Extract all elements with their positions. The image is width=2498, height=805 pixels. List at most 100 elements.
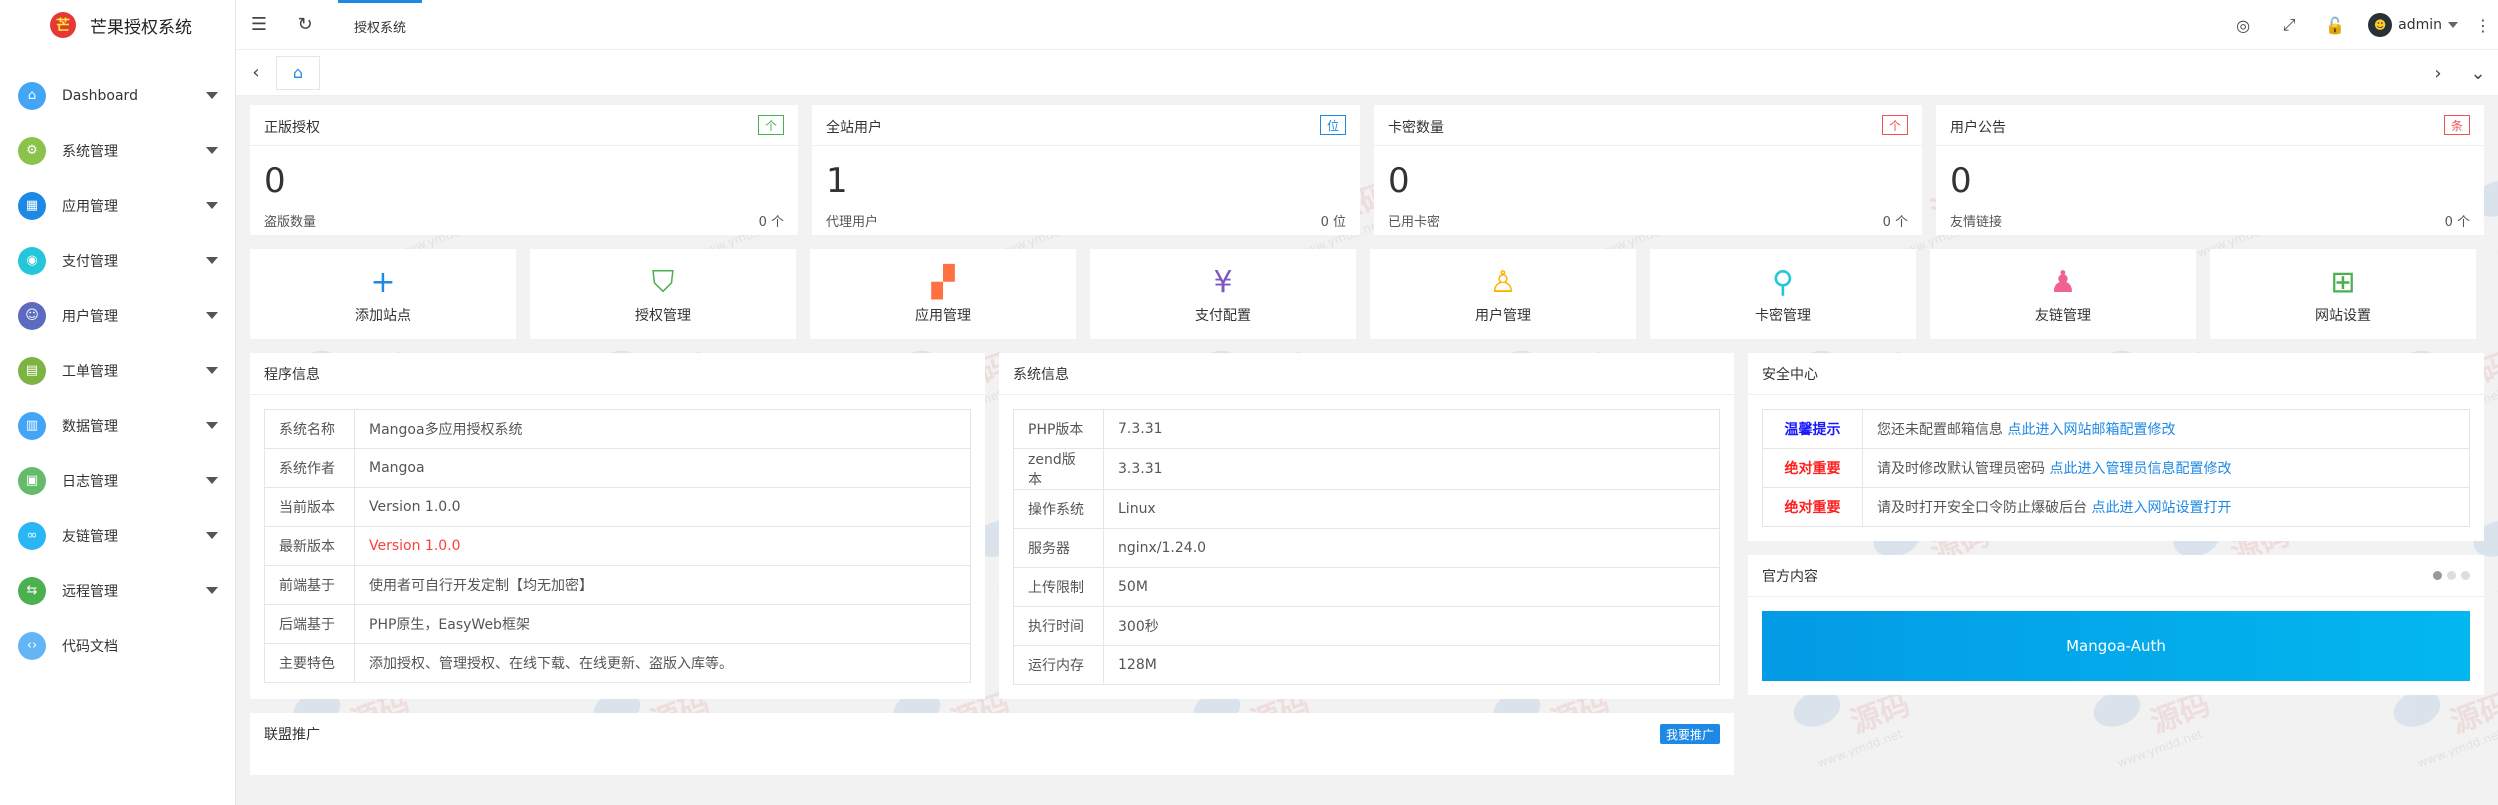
tab-next-button[interactable]: ›: [2418, 50, 2458, 96]
plus-icon: +: [370, 264, 396, 300]
header-tab-auth-system[interactable]: 授权系统: [338, 0, 423, 50]
stat-value: 0: [264, 161, 286, 201]
stat-title: 正版授权: [264, 120, 320, 136]
stat-sub-label: 盗版数量: [264, 215, 317, 230]
row-value: 7.3.31: [1103, 409, 1720, 449]
sidebar-item-label: 支付管理: [62, 253, 118, 270]
payment-icon: ◉: [18, 246, 46, 275]
fullscreen-button[interactable]: ⤢: [2266, 0, 2312, 50]
panel-title: 联盟推广: [264, 727, 320, 743]
security-text: 您还未配置邮箱信息: [1877, 422, 2008, 438]
official-banner[interactable]: Mangoa-Auth: [1762, 611, 2470, 681]
collapse-sidebar-button[interactable]: ☰: [236, 0, 282, 50]
carousel-dot[interactable]: [2461, 571, 2470, 580]
stat-value: 0: [1388, 161, 1410, 201]
sidebar-item-10[interactable]: ‹› 代码文档: [0, 618, 235, 673]
theme-button[interactable]: ◎: [2220, 0, 2266, 50]
main-content: 正版授权个 0 盗版数量 0 个全站用户位 1 代理用户 0 位卡密数量个 0 已用卡密 0 个用…: [250, 105, 2484, 775]
quick-action-label: 网站设置: [2315, 308, 2371, 324]
security-link[interactable]: 点此进入管理员信息配置修改: [2049, 461, 2231, 477]
quick-action-label: 友链管理: [2035, 308, 2091, 324]
chevron-down-icon: [2448, 22, 2458, 28]
sidebar-item-label: 友链管理: [62, 528, 118, 545]
system-info-panel: 系统信息 PHP版本 7.3.31 zend版本 3.3.31 操作系统 Linux 服务器…: [999, 353, 1734, 699]
sidebar-item-6[interactable]: ▥ 数据管理: [0, 398, 235, 453]
sidebar-item-label: 应用管理: [62, 198, 118, 215]
row-key: 服务器: [1013, 528, 1104, 568]
logo[interactable]: 芒 芒果授权系统: [0, 0, 235, 50]
carousel-dot[interactable]: [2433, 571, 2442, 580]
quick-action-6[interactable]: ♟ 友链管理: [1930, 249, 2196, 339]
ticket-icon: ▤: [18, 356, 46, 385]
table-row: 绝对重要 请及时打开安全口令防止爆破后台 点此进入网站设置打开: [1762, 487, 2470, 527]
sidebar-item-9[interactable]: ⇆ 远程管理: [0, 563, 235, 618]
table-row: 系统名称 Mangoa多应用授权系统: [264, 409, 971, 449]
chevron-down-icon: ⌄: [2470, 62, 2486, 84]
row-key: 最新版本: [264, 526, 355, 566]
stat-title: 用户公告: [1950, 120, 2006, 136]
menu-fold-icon: ☰: [250, 14, 268, 35]
quick-action-label: 应用管理: [915, 308, 971, 324]
quick-action-label: 用户管理: [1475, 308, 1531, 324]
security-message: 请及时打开安全口令防止爆破后台 点此进入网站设置打开: [1862, 487, 2470, 527]
apps-icon: ▦: [18, 191, 46, 220]
refresh-button[interactable]: ↻: [282, 0, 328, 50]
table-row: PHP版本 7.3.31: [1013, 409, 1720, 449]
more-button[interactable]: ⋮: [2468, 0, 2498, 50]
sidebar-item-1[interactable]: ⚙ 系统管理: [0, 123, 235, 178]
divider: [250, 145, 798, 146]
carousel-dot[interactable]: [2447, 571, 2456, 580]
security-link[interactable]: 点此进入网站设置打开: [2091, 500, 2231, 516]
sidebar-item-4[interactable]: ☺ 用户管理: [0, 288, 235, 343]
tab-dropdown-button[interactable]: ⌄: [2458, 50, 2498, 96]
chevron-down-icon: [206, 147, 218, 154]
sidebar-item-5[interactable]: ▤ 工单管理: [0, 343, 235, 398]
row-key: 系统名称: [264, 409, 355, 449]
row-value: 使用者可自行开发定制【均无加密】: [354, 565, 971, 605]
quick-action-1[interactable]: ⛉ 授权管理: [530, 249, 796, 339]
divider: [1936, 145, 2484, 146]
quick-action-4[interactable]: ♙ 用户管理: [1370, 249, 1636, 339]
lock-screen-button[interactable]: 🔓: [2312, 0, 2358, 50]
security-level: 温馨提示: [1762, 409, 1863, 449]
panel-title: 官方内容: [1762, 568, 1818, 585]
quick-action-5[interactable]: ⚲ 卡密管理: [1650, 249, 1916, 339]
table-row: zend版本 3.3.31: [1013, 448, 1720, 490]
quick-action-label: 卡密管理: [1755, 308, 1811, 324]
sidebar-item-3[interactable]: ◉ 支付管理: [0, 233, 235, 288]
security-link[interactable]: 点此进入网站邮箱配置修改: [2007, 422, 2175, 438]
quick-action-2[interactable]: ▞ 应用管理: [810, 249, 1076, 339]
quick-action-label: 授权管理: [635, 308, 691, 324]
sidebar-item-label: 代码文档: [62, 638, 118, 655]
quick-action-3[interactable]: ¥ 支付配置: [1090, 249, 1356, 339]
quick-action-7[interactable]: ⊞ 网站设置: [2210, 249, 2476, 339]
sidebar-item-2[interactable]: ▦ 应用管理: [0, 178, 235, 233]
sidebar-item-0[interactable]: ⌂ Dashboard: [0, 68, 235, 123]
sidebar-item-label: 用户管理: [62, 308, 118, 325]
tab-prev-button[interactable]: ‹: [236, 50, 276, 96]
row-key: 前端基于: [264, 565, 355, 605]
promote-button[interactable]: 我要推广: [1659, 724, 1720, 744]
stat-badge: 位: [1319, 115, 1346, 135]
quick-action-label: 添加站点: [355, 308, 411, 324]
sidebar-item-7[interactable]: ▣ 日志管理: [0, 453, 235, 508]
stat-value: 1: [826, 161, 848, 201]
avatar: ☻: [2368, 13, 2393, 37]
tab-home[interactable]: ⌂: [276, 55, 320, 90]
sidebar-item-label: 工单管理: [62, 363, 118, 380]
table-row: 最新版本 Version 1.0.0: [264, 526, 971, 566]
logo-icon: 芒: [50, 12, 76, 38]
row-key: zend版本: [1013, 448, 1104, 490]
sidebar-item-label: 日志管理: [62, 473, 118, 490]
sidebar-item-label: 系统管理: [62, 143, 118, 160]
stat-title: 全站用户: [826, 120, 882, 136]
quick-action-0[interactable]: + 添加站点: [250, 249, 516, 339]
user-menu[interactable]: ☻ admin: [2358, 13, 2468, 37]
stat-title: 卡密数量: [1388, 120, 1444, 136]
table-row: 系统作者 Mangoa: [264, 448, 971, 488]
table-row: 前端基于 使用者可自行开发定制【均无加密】: [264, 565, 971, 605]
gear-icon: ⚙: [18, 136, 46, 165]
home-icon: ⌂: [292, 63, 304, 82]
system-info-table: PHP版本 7.3.31 zend版本 3.3.31 操作系统 Linux 服务器 nginx…: [1013, 409, 1720, 685]
sidebar-item-8[interactable]: ∞ 友链管理: [0, 508, 235, 563]
